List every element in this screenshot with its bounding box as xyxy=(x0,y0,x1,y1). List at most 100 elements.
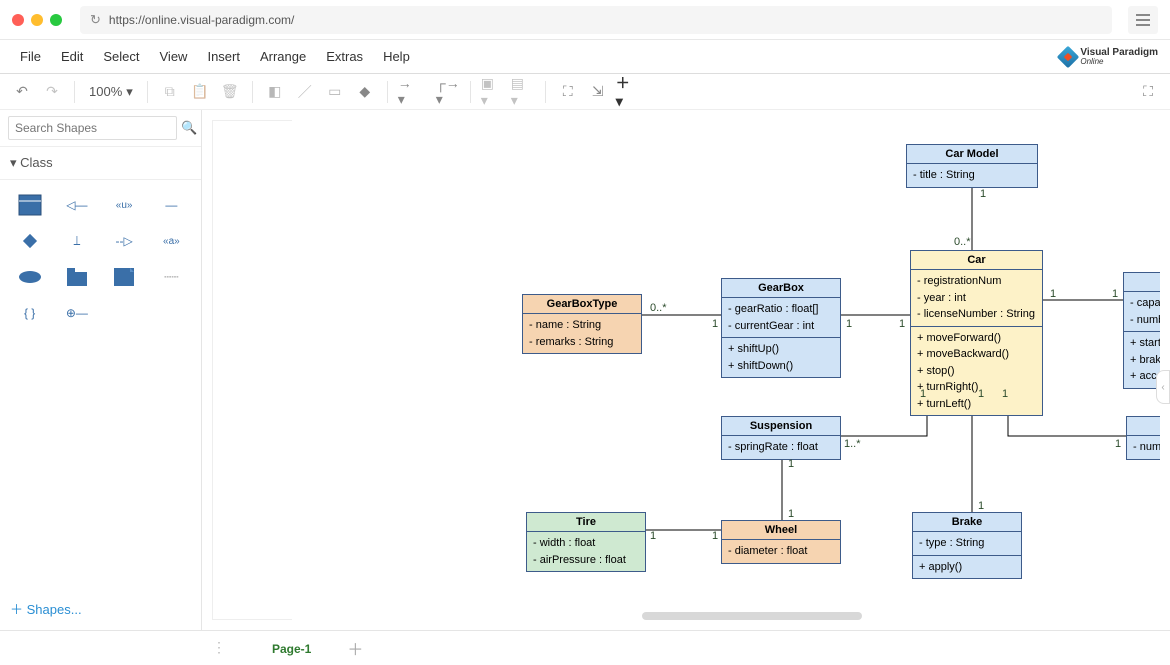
class-brake-attrs: - type : String xyxy=(913,532,1021,556)
class-gearbox[interactable]: GearBox - gearRatio : float[] - currentG… xyxy=(721,278,841,378)
shape-diamond[interactable] xyxy=(10,228,49,254)
to-front-icon[interactable]: ▣ ▾ xyxy=(481,80,505,104)
page-options-icon[interactable]: ⋮ xyxy=(210,639,228,656)
class-brake[interactable]: Brake - type : String + apply() xyxy=(912,512,1022,579)
zoom-dropdown[interactable]: 100% ▾ xyxy=(85,84,137,100)
mult-car-engine-l: 1 xyxy=(1050,288,1056,300)
shape-generalization[interactable]: ◁— xyxy=(57,192,96,218)
class-gearboxtype[interactable]: GearBoxType - name : String - remarks : … xyxy=(522,294,642,354)
palette-section-class[interactable]: ▾ Class xyxy=(0,147,201,180)
class-body[interactable]: Body - numberOfDoors : int xyxy=(1126,416,1160,460)
waypoint-icon[interactable]: ┌→ ▾ xyxy=(436,80,460,104)
sidebar: 🔍 ⋮ ▾ Class ◁— «u» — ⟘ --▷ «a» ┄┄ { } ⊕—… xyxy=(0,110,202,630)
menu-insert[interactable]: Insert xyxy=(199,43,248,70)
logo-line1: Visual Paradigm xyxy=(1080,48,1158,58)
shape-usage[interactable]: «u» xyxy=(105,192,144,218)
class-suspension-attrs: - springRate : float xyxy=(722,436,840,459)
class-carmodel[interactable]: Car Model - title : String xyxy=(906,144,1038,188)
mult-carmodel-0star: 0..* xyxy=(954,236,971,248)
shape-package[interactable] xyxy=(57,264,96,290)
menu-edit[interactable]: Edit xyxy=(53,43,91,70)
fit-icon[interactable]: ⛶ xyxy=(556,80,580,104)
class-wheel-attrs: - diameter : float xyxy=(722,540,840,563)
class-tire-title: Tire xyxy=(527,513,645,532)
menu-extras[interactable]: Extras xyxy=(318,43,371,70)
shape-interface[interactable]: ⊕— xyxy=(57,300,96,326)
minimize-window-button[interactable] xyxy=(31,14,43,26)
class-car-attrs: - registrationNum - year : int - license… xyxy=(911,270,1042,327)
mult-car-body-l: 1 xyxy=(1002,388,1008,400)
fullscreen-icon[interactable]: ⛶ xyxy=(1136,80,1160,104)
class-carmodel-title: Car Model xyxy=(907,145,1037,164)
paste-icon[interactable]: 📋 xyxy=(188,80,212,104)
fill-icon[interactable]: ◧ xyxy=(263,80,287,104)
class-wheel-title: Wheel xyxy=(722,521,840,540)
class-engine[interactable]: Engine - capacity : float - numberOfCyli… xyxy=(1123,272,1160,389)
class-wheel[interactable]: Wheel - diameter : float xyxy=(721,520,841,564)
titlebar: ↻ https://online.visual-paradigm.com/ xyxy=(0,0,1170,40)
delete-icon[interactable]: 🗑 xyxy=(218,80,242,104)
maximize-window-button[interactable] xyxy=(50,14,62,26)
toolbar: ↶ ↷ 100% ▾ ⧉ 📋 🗑 ◧ ／ ▭ ◆ → ▾ ┌→ ▾ ▣ ▾ ▤ … xyxy=(0,74,1170,110)
class-gearbox-attrs: - gearRatio : float[] - currentGear : in… xyxy=(722,298,840,338)
class-suspension[interactable]: Suspension - springRate : float xyxy=(721,416,841,460)
logo-line2: Online xyxy=(1080,58,1158,66)
class-tire[interactable]: Tire - width : float - airPressure : flo… xyxy=(526,512,646,572)
tab-page-1[interactable]: Page-1 xyxy=(248,632,335,664)
menus: File Edit Select View Insert Arrange Ext… xyxy=(12,43,418,70)
shape-abstraction[interactable]: «a» xyxy=(152,228,191,254)
mult-car-gearbox-l: 1 xyxy=(846,318,852,330)
zoom-fit-icon[interactable]: ⇲ xyxy=(586,80,610,104)
line-style-icon[interactable]: ／ xyxy=(293,80,317,104)
shape-dependency[interactable]: --▷ xyxy=(105,228,144,254)
mult-wheel-tire-l: 1 xyxy=(650,530,656,542)
class-car[interactable]: Car - registrationNum - year : int - lic… xyxy=(910,250,1043,416)
class-brake-title: Brake xyxy=(913,513,1021,532)
shape-realization[interactable]: ⟘ xyxy=(57,228,96,254)
menu-help[interactable]: Help xyxy=(375,43,418,70)
reload-icon[interactable]: ↻ xyxy=(90,12,101,28)
search-icon[interactable]: 🔍 xyxy=(181,120,197,136)
mult-car-brake-r: 1 xyxy=(978,500,984,512)
add-page-button[interactable]: ＋ xyxy=(347,636,363,660)
class-suspension-title: Suspension xyxy=(722,417,840,436)
horizontal-scrollbar[interactable] xyxy=(642,612,862,620)
tabbar: ⋮ Page-1 ＋ xyxy=(0,630,1170,664)
close-window-button[interactable] xyxy=(12,14,24,26)
chevron-down-icon: ▾ xyxy=(126,84,133,100)
class-gearbox-ops: + shiftUp() + shiftDown() xyxy=(722,338,840,377)
class-car-ops: + moveForward() + moveBackward() + stop(… xyxy=(911,327,1042,416)
menu-arrange[interactable]: Arrange xyxy=(252,43,314,70)
menu-view[interactable]: View xyxy=(152,43,196,70)
hamburger-menu-button[interactable] xyxy=(1128,6,1158,34)
class-tire-attrs: - width : float - airPressure : float xyxy=(527,532,645,571)
mult-susp-wheel-r: 1 xyxy=(788,508,794,520)
copy-icon[interactable]: ⧉ xyxy=(158,80,182,104)
right-panel-handle[interactable]: ‹ xyxy=(1156,370,1170,404)
shapes-button[interactable]: ＋ Shapes... xyxy=(0,587,201,630)
shape-note[interactable] xyxy=(105,264,144,290)
url-bar[interactable]: ↻ https://online.visual-paradigm.com/ xyxy=(80,6,1112,34)
class-body-title: Body xyxy=(1127,417,1160,436)
add-icon[interactable]: ＋ ▾ xyxy=(616,80,640,104)
shape-constraint[interactable]: { } xyxy=(10,300,49,326)
menu-select[interactable]: Select xyxy=(95,43,147,70)
url-text: https://online.visual-paradigm.com/ xyxy=(109,13,294,27)
to-back-icon[interactable]: ▤ ▾ xyxy=(511,80,535,104)
shape-dashed-line[interactable]: ┄┄ xyxy=(152,264,191,290)
connector-icon[interactable]: → ▾ xyxy=(398,80,422,104)
brand-logo: Visual Paradigm Online xyxy=(1060,48,1158,66)
class-car-title: Car xyxy=(911,251,1042,270)
shape-ellipse[interactable] xyxy=(10,264,49,290)
class-gearboxtype-attrs: - name : String - remarks : String xyxy=(523,314,641,353)
canvas[interactable]: Car Model - title : String 1 0..* Car - … xyxy=(212,120,1160,620)
mult-carmodel-1: 1 xyxy=(980,188,986,200)
redo-button[interactable]: ↷ xyxy=(40,80,64,104)
shape-class-box[interactable] xyxy=(10,192,49,218)
styles-icon[interactable]: ◆ xyxy=(353,80,377,104)
search-input[interactable] xyxy=(8,116,177,140)
undo-button[interactable]: ↶ xyxy=(10,80,34,104)
menu-file[interactable]: File xyxy=(12,43,49,70)
shape-association[interactable]: — xyxy=(152,192,191,218)
shape-icon[interactable]: ▭ xyxy=(323,80,347,104)
